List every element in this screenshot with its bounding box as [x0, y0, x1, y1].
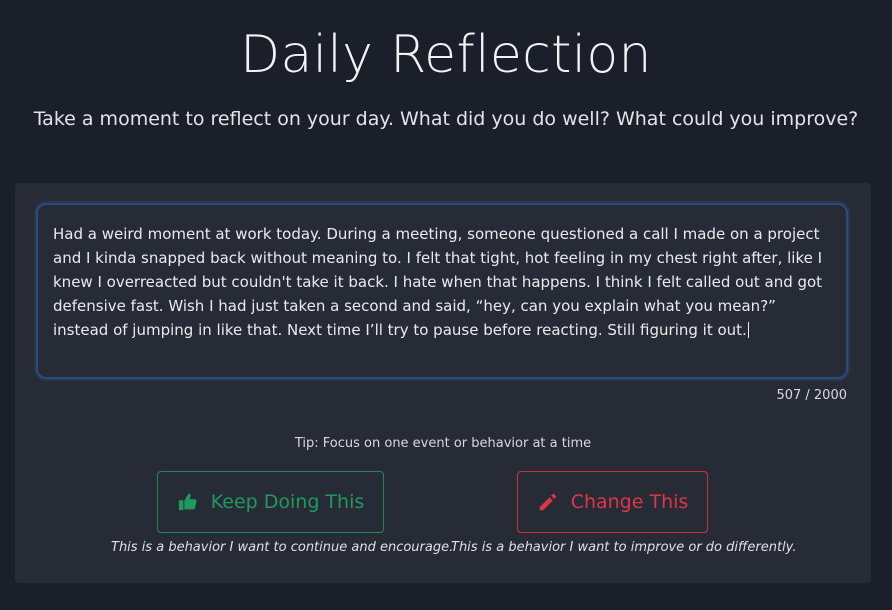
- character-count: 507 / 2000: [776, 388, 847, 403]
- reflection-text: Had a weird moment at work today. During…: [53, 225, 823, 339]
- reflection-textarea[interactable]: Had a weird moment at work today. During…: [36, 203, 848, 379]
- change-this-caption: This is a behavior I want to improve or …: [451, 540, 797, 555]
- thumbs-up-icon: [177, 491, 199, 513]
- keep-doing-caption: This is a behavior I want to continue an…: [111, 540, 454, 555]
- keep-doing-label: Keep Doing This: [210, 491, 365, 513]
- page-title: Daily Reflection: [240, 25, 652, 85]
- reflection-card: Had a weird moment at work today. During…: [15, 183, 871, 583]
- pencil-icon: [537, 491, 559, 513]
- change-this-label: Change This: [570, 491, 689, 513]
- text-caret: [747, 322, 749, 338]
- page-subtitle: Take a moment to reflect on your day. Wh…: [33, 108, 859, 130]
- change-this-button[interactable]: Change This: [517, 471, 708, 533]
- keep-doing-button[interactable]: Keep Doing This: [157, 471, 384, 533]
- tip-text: Tip: Focus on one event or behavior at a…: [294, 436, 592, 451]
